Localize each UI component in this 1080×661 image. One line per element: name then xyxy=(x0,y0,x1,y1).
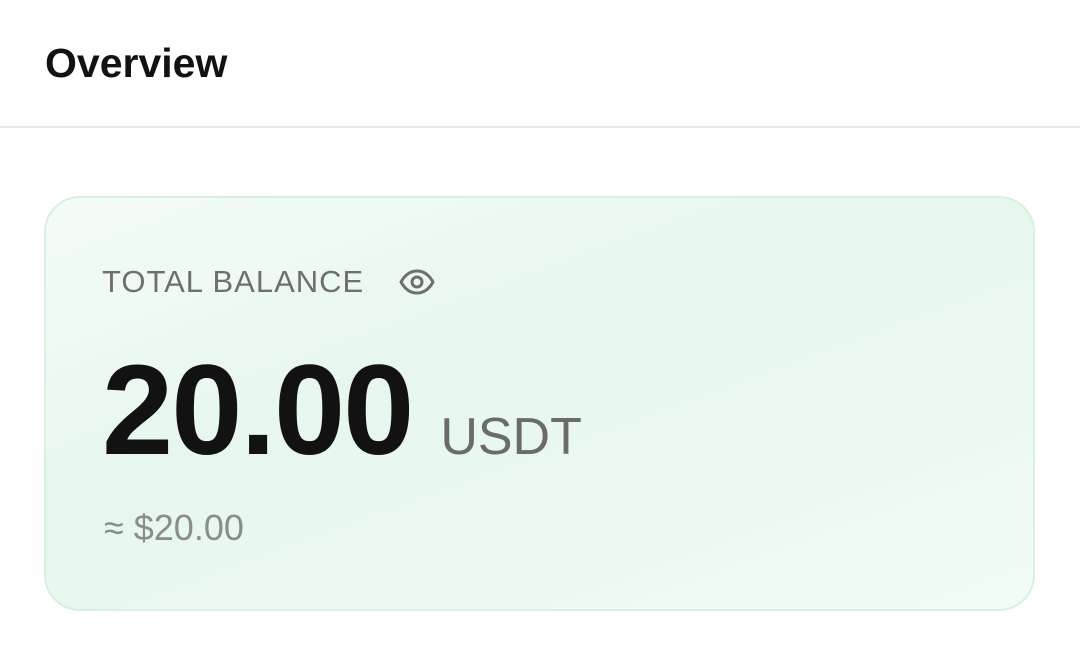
eye-icon xyxy=(399,269,435,295)
total-balance-label: TOTAL BALANCE xyxy=(102,264,365,299)
header: Overview xyxy=(0,0,1080,128)
toggle-balance-visibility-button[interactable] xyxy=(398,262,436,302)
balance-label-row: TOTAL BALANCE xyxy=(102,262,436,302)
page-title: Overview xyxy=(45,40,228,86)
overview-screen: Overview TOTAL BALANCE 20.00 USDT ≈ $20.… xyxy=(0,0,1080,661)
balance-card: TOTAL BALANCE 20.00 USDT ≈ $20.00 xyxy=(44,196,1035,611)
balance-amount-row: 20.00 USDT xyxy=(102,346,582,476)
fiat-equivalent: ≈ $20.00 xyxy=(104,507,244,548)
balance-currency: USDT xyxy=(440,408,582,466)
balance-amount: 20.00 xyxy=(102,339,414,482)
